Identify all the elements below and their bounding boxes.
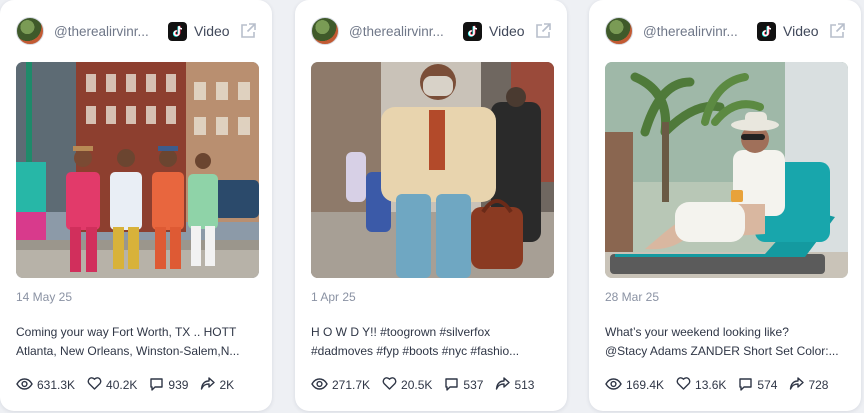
views-stat: 271.7K	[311, 377, 371, 393]
post-card-1[interactable]: @therealirvinr... Video 14 May 25 Coming…	[0, 0, 272, 411]
video-thumbnail[interactable]	[16, 62, 259, 278]
views-stat: 169.4K	[605, 377, 665, 393]
external-link-icon[interactable]	[827, 21, 847, 41]
comments-stat: 939	[149, 377, 188, 394]
likes-count: 13.6K	[695, 378, 727, 392]
comments-count: 939	[168, 378, 189, 392]
post-card-2[interactable]: @therealirvinr... Video 1 Apr 25 H O W D…	[295, 0, 567, 411]
post-caption: H O W D Y!! #toogrown #silverfox #dadmov…	[311, 323, 551, 361]
card-header: @therealirvinr... Video	[16, 14, 258, 48]
comments-count: 537	[463, 378, 484, 392]
comments-count: 574	[757, 378, 778, 392]
shares-stat: 2K	[200, 377, 234, 393]
share-icon	[789, 377, 808, 393]
likes-stat: 20.5K	[382, 377, 432, 393]
shares-count: 728	[808, 378, 829, 392]
tiktok-icon	[463, 21, 482, 41]
engagement-stats: 169.4K 13.6K 574 728	[605, 376, 849, 394]
tiktok-icon	[757, 21, 776, 41]
post-caption: Coming your way Fort Worth, TX .. HOTT A…	[16, 323, 256, 361]
caption-line: What’s your weekend looking like?	[605, 325, 789, 339]
card-header: @therealirvinr... Video	[311, 14, 553, 48]
video-thumbnail[interactable]	[605, 62, 848, 278]
shares-count: 2K	[219, 378, 235, 392]
platform-label: Video	[783, 23, 819, 39]
caption-line: Coming your way Fort Worth, TX .. HOTT	[16, 325, 237, 339]
caption-line: Atlanta, New Orleans, Winston-Salem,N...	[16, 344, 240, 358]
video-thumbnail[interactable]	[311, 62, 554, 278]
shares-stat: 728	[789, 377, 828, 393]
account-handle[interactable]: @therealirvinr...	[643, 24, 743, 39]
views-count: 169.4K	[626, 378, 665, 392]
comment-icon	[444, 377, 463, 394]
caption-line: H O W D Y!! #toogrown #silverfox	[311, 325, 491, 339]
heart-icon	[676, 377, 695, 393]
account-handle[interactable]: @therealirvinr...	[54, 24, 154, 39]
comments-stat: 574	[738, 377, 777, 394]
eye-icon	[311, 377, 332, 393]
avatar[interactable]	[311, 17, 339, 45]
card-header: @therealirvinr... Video	[605, 14, 847, 48]
likes-count: 20.5K	[401, 378, 433, 392]
engagement-stats: 631.3K 40.2K 939 2K	[16, 376, 260, 394]
likes-stat: 40.2K	[87, 377, 137, 393]
avatar[interactable]	[16, 17, 44, 45]
platform-label: Video	[489, 23, 525, 39]
comments-stat: 537	[444, 377, 483, 394]
platform-label: Video	[194, 23, 230, 39]
engagement-stats: 271.7K 20.5K 537 513	[311, 376, 555, 394]
avatar[interactable]	[605, 17, 633, 45]
likes-stat: 13.6K	[676, 377, 726, 393]
tiktok-icon	[168, 21, 187, 41]
views-stat: 631.3K	[16, 377, 76, 393]
shares-stat: 513	[495, 377, 534, 393]
eye-icon	[16, 377, 37, 393]
heart-icon	[382, 377, 401, 393]
account-handle[interactable]: @therealirvinr...	[349, 24, 449, 39]
post-date: 14 May 25	[16, 290, 73, 304]
eye-icon	[605, 377, 626, 393]
likes-count: 40.2K	[106, 378, 138, 392]
external-link-icon[interactable]	[238, 21, 258, 41]
share-icon	[495, 377, 514, 393]
comment-icon	[149, 377, 168, 394]
share-icon	[200, 377, 219, 393]
post-caption: What’s your weekend looking like? @Stacy…	[605, 323, 845, 361]
heart-icon	[87, 377, 106, 393]
post-date: 1 Apr 25	[311, 290, 356, 304]
views-count: 631.3K	[37, 378, 76, 392]
caption-line: #dadmoves #fyp #boots #nyc #fashio...	[311, 344, 520, 358]
shares-count: 513	[514, 378, 535, 392]
external-link-icon[interactable]	[533, 21, 553, 41]
post-date: 28 Mar 25	[605, 290, 660, 304]
views-count: 271.7K	[332, 378, 371, 392]
caption-line: @Stacy Adams ZANDER Short Set Color:...	[605, 344, 839, 358]
post-card-3[interactable]: @therealirvinr... Video 28 Mar 25 What’s…	[589, 0, 861, 411]
comment-icon	[738, 377, 757, 394]
